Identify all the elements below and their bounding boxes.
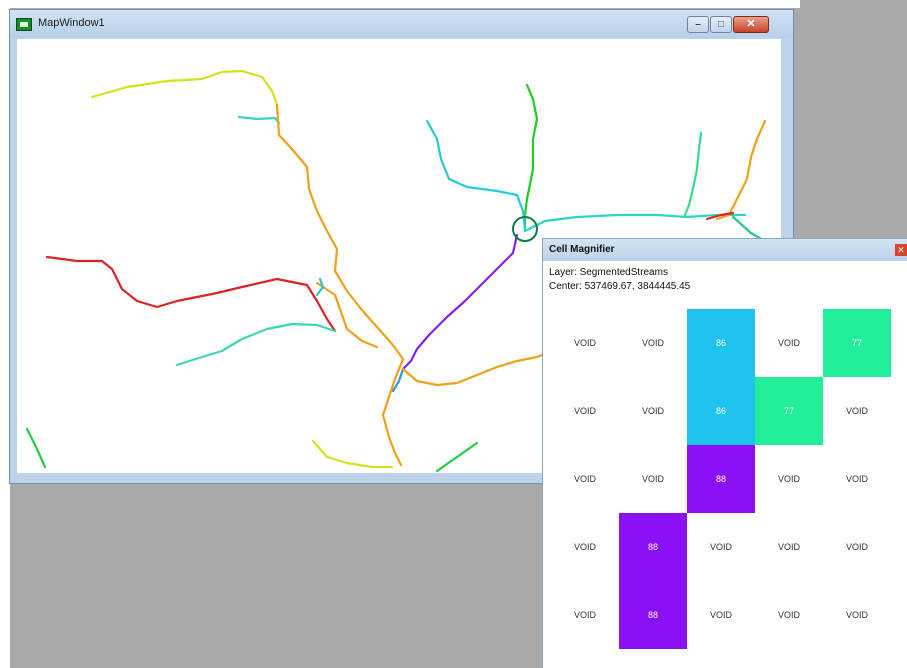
map-window-titlebar[interactable]: MapWindow1 – □ ✕ [10, 10, 793, 38]
map-window-icon [16, 18, 32, 31]
grid-cell: VOID [641, 406, 664, 416]
desktop: MapWindow1 – □ ✕ Cell Magnifier ✕ Layer:… [0, 0, 907, 668]
grid-cell: 88 [687, 445, 755, 513]
stream-segment [25, 427, 47, 469]
stream-segment [715, 119, 767, 221]
grid-cell: VOID [845, 542, 868, 552]
grid-cell: VOID [777, 542, 800, 552]
cell-magnifier-titlebar[interactable]: Cell Magnifier ✕ [543, 239, 907, 261]
layer-label: Layer: SegmentedStreams [549, 267, 668, 278]
grid-cell: VOID [641, 338, 664, 348]
cell-magnifier-window[interactable]: Cell Magnifier ✕ Layer: SegmentedStreams… [542, 238, 907, 668]
grid-cell: VOID [777, 474, 800, 484]
close-icon[interactable]: ✕ [895, 244, 907, 256]
grid-cell: VOID [845, 610, 868, 620]
grid-cell: 88 [619, 513, 687, 581]
stream-segment [425, 119, 527, 231]
grid-cell: 86 [687, 309, 755, 377]
center-label: Center: 537469.67, 3844445.45 [549, 281, 691, 292]
stream-segment [401, 347, 559, 387]
maximize-button[interactable]: □ [710, 16, 732, 33]
close-button[interactable]: ✕ [733, 16, 769, 33]
stream-segment [175, 322, 337, 367]
stream-segment [311, 439, 394, 469]
stream-segment [401, 233, 519, 371]
grid-cell: VOID [641, 474, 664, 484]
grid-cell: 86 [687, 377, 755, 445]
stream-segment [315, 277, 325, 297]
grid-cell: VOID [709, 610, 732, 620]
maximize-icon: □ [717, 19, 725, 30]
grid-cell: VOID [573, 610, 596, 620]
grid-cell: VOID [845, 406, 868, 416]
stream-segment [45, 255, 337, 333]
stream-segment [523, 83, 539, 233]
grid-cell: 77 [823, 309, 891, 377]
top-margin [0, 0, 800, 8]
grid-cell: VOID [777, 338, 800, 348]
grid-cell: 77 [755, 377, 823, 445]
stream-segment [90, 69, 279, 107]
grid-cell: 88 [619, 581, 687, 649]
minimize-icon: – [695, 19, 701, 30]
map-window-title: MapWindow1 [38, 17, 105, 29]
grid-cell: VOID [573, 474, 596, 484]
close-icon: ✕ [746, 18, 756, 30]
stream-segment [683, 131, 703, 217]
grid-cell: VOID [573, 338, 596, 348]
grid-cell: VOID [709, 542, 732, 552]
grid-cell: VOID [573, 406, 596, 416]
stream-segment [237, 115, 281, 125]
stream-segment [275, 103, 405, 361]
grid-cell: VOID [777, 610, 800, 620]
grid-cell: VOID [573, 542, 596, 552]
stream-segment [435, 441, 479, 473]
cell-magnifier-title: Cell Magnifier [549, 244, 615, 255]
grid-cell: VOID [845, 474, 868, 484]
minimize-button[interactable]: – [687, 16, 709, 33]
